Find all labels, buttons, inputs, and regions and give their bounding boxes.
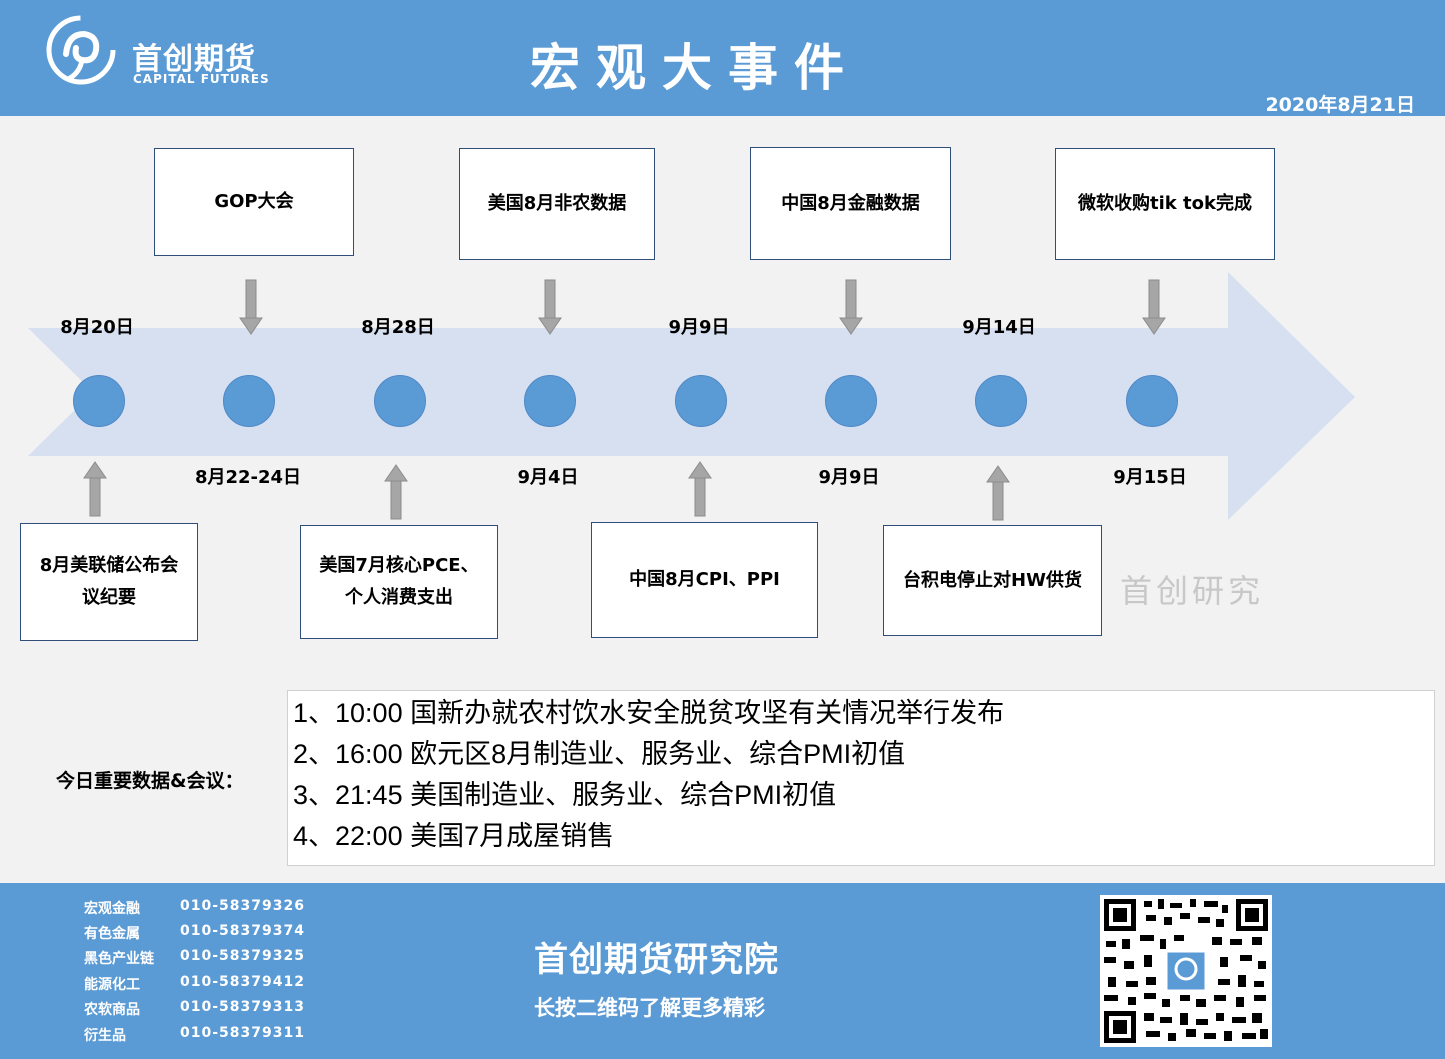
contact-row: 黑色产业链 010-58379325 [84,948,324,968]
event-box: 中国8月金融数据 [750,147,951,260]
page-title: 宏观大事件 [530,39,860,97]
event-label: GOP大会 [214,191,294,212]
down-arrow-icon [1142,279,1166,335]
up-arrow-icon [83,461,107,517]
contact-row: 宏观金融 010-58379326 [84,898,324,918]
list-item: 1、10:00 国新办就农村饮水安全脱贫攻坚有关情况举行发布 [293,698,1005,728]
contact-phone: 010-58379325 [180,948,305,964]
header-banner: 首创期货 CAPITAL FUTURES 宏观大事件 2020年8月21日 [0,0,1445,116]
date-label: 8月22-24日 [194,467,302,488]
event-label: 微软收购tik tok完成 [1078,193,1252,214]
up-arrow-icon [384,464,408,520]
contact-phone: 010-58379326 [180,898,305,914]
contact-list: 宏观金融 010-58379326 有色金属 010-58379374 黑色产业… [84,898,324,1048]
today-list: 1、10:00 国新办就农村饮水安全脱贫攻坚有关情况举行发布 2、16:00 欧… [287,690,1435,866]
report-date: 2020年8月21日 [1265,94,1415,116]
list-item: 4、22:00 美国7月成屋销售 [293,821,615,851]
contact-phone: 010-58379374 [180,923,305,939]
up-arrow-icon [986,465,1010,521]
today-label: 今日重要数据&会议： [56,770,244,792]
timeline-dot [374,375,426,427]
list-item: 3、21:45 美国制造业、服务业、综合PMI初值 [293,780,837,810]
event-box: 微软收购tik tok完成 [1055,148,1275,260]
date-label: 9月14日 [962,317,1036,338]
event-label: 台积电停止对HW供货 [903,569,1082,591]
contact-dept: 有色金属 [84,926,140,942]
slogan: 长按二维码了解更多精彩 [534,996,765,1020]
list-item: 2、16:00 欧元区8月制造业、服务业、综合PMI初值 [293,739,906,769]
event-box: GOP大会 [154,148,354,256]
down-arrow-icon [538,279,562,335]
contact-row: 农软商品 010-58379313 [84,999,324,1019]
up-arrow-icon [688,461,712,517]
event-box: 台积电停止对HW供货 [883,525,1102,636]
date-label: 9月15日 [1113,467,1187,488]
institute-name: 首创期货研究院 [534,940,779,980]
timeline-dot [675,375,727,427]
date-label: 8月28日 [361,317,435,338]
contact-dept: 农软商品 [84,1002,140,1018]
date-label: 8月20日 [60,317,134,338]
contact-phone: 010-58379311 [180,1025,305,1041]
contact-row: 能源化工 010-58379412 [84,974,324,994]
contact-dept: 宏观金融 [84,901,140,917]
timeline-dot [825,375,877,427]
event-label: 美国8月非农数据 [487,193,627,214]
timeline-dot [1126,375,1178,427]
contact-dept: 衍生品 [84,1028,126,1044]
contact-dept: 能源化工 [84,977,140,993]
date-label: 9月4日 [517,467,579,488]
timeline-dot [524,375,576,427]
timeline-dot [73,375,125,427]
qr-code-icon[interactable] [1100,895,1272,1047]
date-label: 9月9日 [818,467,880,488]
watermark: 首创研究 [1120,572,1265,610]
contact-row: 衍生品 010-58379311 [84,1025,324,1045]
contact-dept: 黑色产业链 [84,951,154,967]
event-box: 8月美联储公布会议纪要 [20,523,198,641]
timeline-dot [975,375,1027,427]
timeline-dot [223,375,275,427]
contact-phone: 010-58379412 [180,974,305,990]
down-arrow-icon [839,279,863,335]
event-label: 中国8月金融数据 [781,192,920,214]
event-box: 美国7月核心PCE、个人消费支出 [300,525,498,639]
event-box: 中国8月CPI、PPI [591,522,818,638]
event-label: 中国8月CPI、PPI [629,569,780,590]
date-label: 9月9日 [668,317,730,338]
down-arrow-icon [239,279,263,335]
contact-row: 有色金属 010-58379374 [84,923,324,943]
contact-phone: 010-58379313 [180,999,305,1015]
event-box: 美国8月非农数据 [459,148,655,260]
event-label: 美国7月核心PCE、个人消费支出 [319,555,479,608]
event-label: 8月美联储公布会议纪要 [39,555,179,608]
